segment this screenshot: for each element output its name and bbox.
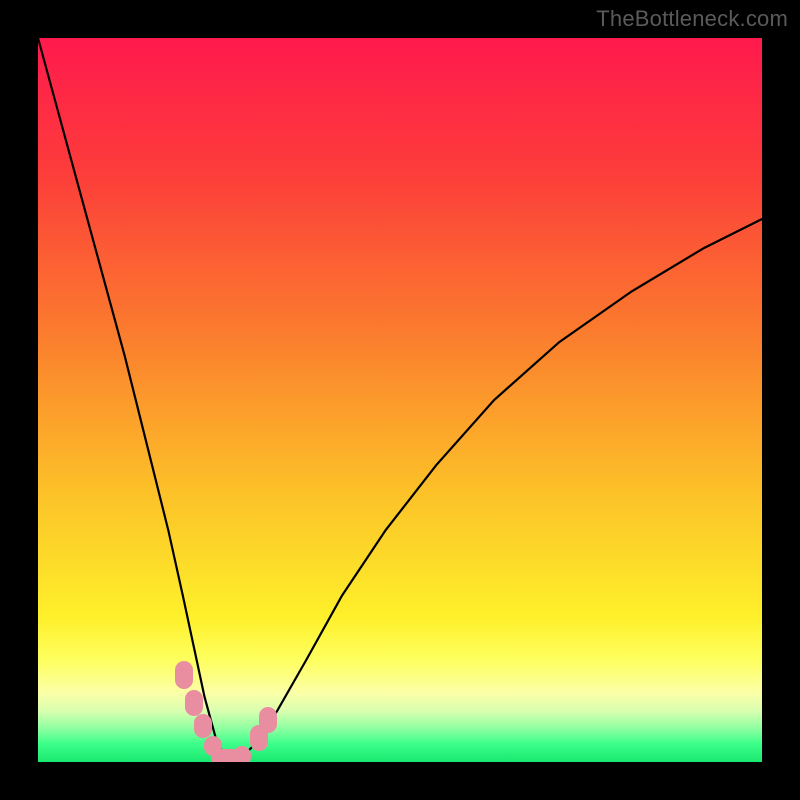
plot-area xyxy=(38,38,762,762)
curve-marker xyxy=(233,746,251,762)
curve-marker xyxy=(194,714,212,738)
chart-frame: TheBottleneck.com xyxy=(0,0,800,800)
watermark-text: TheBottleneck.com xyxy=(596,6,788,32)
curve-marker xyxy=(175,661,193,689)
heatmap-background xyxy=(38,38,762,762)
curve-marker xyxy=(259,707,277,733)
gradient-rect xyxy=(38,38,762,762)
curve-marker xyxy=(185,690,203,716)
